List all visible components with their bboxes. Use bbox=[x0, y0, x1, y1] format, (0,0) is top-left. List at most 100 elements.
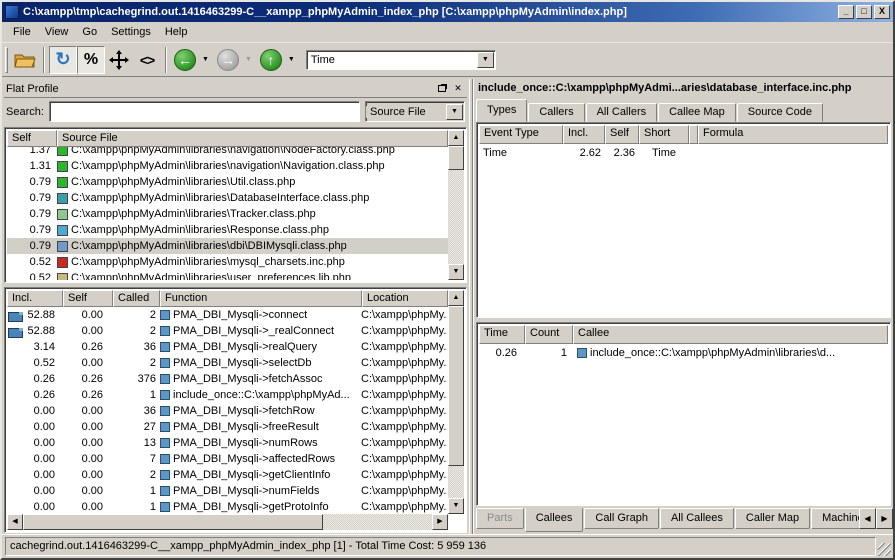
search-input[interactable] bbox=[49, 101, 360, 122]
tab-source-code[interactable]: Source Code bbox=[737, 103, 823, 122]
open-file-button[interactable] bbox=[11, 46, 39, 74]
function-row[interactable]: 0.000.0013PMA_DBI_Mysqli->numRowsC:\xamp… bbox=[7, 435, 448, 451]
column-header-source-file[interactable]: Source File bbox=[57, 130, 448, 147]
function-table-vscrollbar[interactable]: ▲ ▼ bbox=[448, 290, 464, 514]
status-text: cachegrind.out.1416463299-C__xampp_phpMy… bbox=[5, 537, 876, 556]
scroll-up-icon[interactable]: ▲ bbox=[448, 130, 464, 146]
menu-settings[interactable]: Settings bbox=[104, 24, 158, 40]
column-header-short[interactable]: Short bbox=[639, 125, 689, 144]
menu-file[interactable]: File bbox=[6, 24, 38, 40]
column-header-self[interactable]: Self bbox=[605, 125, 639, 144]
tab-all-callees[interactable]: All Callees bbox=[660, 508, 734, 529]
relative-percent-button[interactable]: % bbox=[77, 46, 105, 74]
function-row[interactable]: 0.520.002PMA_DBI_Mysqli->selectDbC:\xamp… bbox=[7, 355, 448, 371]
back-dropdown-caret[interactable]: ▼ bbox=[202, 56, 209, 63]
column-header-incl[interactable]: Incl. bbox=[563, 125, 605, 144]
column-header-self[interactable]: Self bbox=[63, 290, 113, 307]
column-header-event-type[interactable]: Event Type bbox=[479, 125, 563, 144]
column-header-count[interactable]: Count bbox=[525, 325, 573, 344]
file-row[interactable]: 0.52C:\xampp\phpMyAdmin\libraries\mysql_… bbox=[7, 254, 448, 270]
relative-to-parent-button[interactable] bbox=[105, 46, 133, 74]
menu-view[interactable]: View bbox=[38, 24, 76, 40]
function-row[interactable]: 0.000.0027PMA_DBI_Mysqli->freeResultC:\x… bbox=[7, 419, 448, 435]
chevron-down-icon[interactable]: ▼ bbox=[446, 104, 463, 120]
file-type-icon bbox=[57, 147, 68, 156]
event-type-row[interactable]: Time 2.62 2.36 Time bbox=[479, 144, 888, 161]
scroll-up-icon[interactable]: ▲ bbox=[448, 290, 464, 306]
file-self-value: 0.79 bbox=[7, 240, 55, 252]
tab-call-graph[interactable]: Call Graph bbox=[584, 508, 659, 529]
self-value: 0.00 bbox=[63, 421, 113, 433]
function-row[interactable]: 0.000.001PMA_DBI_Mysqli->getProtoInfoC:\… bbox=[7, 499, 448, 514]
app-window: C:\xampp\tmp\cachegrind.out.1416463299-C… bbox=[0, 0, 895, 560]
file-row[interactable]: 1.31C:\xampp\phpMyAdmin\libraries\naviga… bbox=[7, 158, 448, 174]
tab-callee-map[interactable]: Callee Map bbox=[658, 103, 736, 122]
incl-value: 0.00 bbox=[7, 437, 63, 449]
function-row[interactable]: 0.260.261include_once::C:\xampp\phpMyAd.… bbox=[7, 387, 448, 403]
chevron-down-icon[interactable]: ▼ bbox=[477, 52, 494, 68]
column-header-self[interactable]: Self bbox=[7, 130, 57, 147]
tab-parts[interactable]: Parts bbox=[476, 508, 524, 529]
tab-callees[interactable]: Callees bbox=[525, 508, 584, 532]
function-row[interactable]: 52.880.002PMA_DBI_Mysqli->_realConnectC:… bbox=[7, 323, 448, 339]
column-header-location[interactable]: Location bbox=[362, 290, 448, 307]
column-header-spacer[interactable] bbox=[689, 125, 698, 144]
close-panel-button[interactable]: ✕ bbox=[451, 82, 465, 95]
toolbar-separator bbox=[43, 47, 45, 73]
toolbar-handle[interactable] bbox=[5, 47, 8, 73]
scrollbar-thumb[interactable] bbox=[23, 514, 323, 530]
file-row[interactable]: 0.79C:\xampp\phpMyAdmin\libraries\dbi\DB… bbox=[7, 238, 448, 254]
column-header-called[interactable]: Called bbox=[113, 290, 160, 307]
function-table-hscrollbar[interactable]: ◀ ▶ bbox=[7, 514, 448, 530]
function-row[interactable]: 0.260.26376PMA_DBI_Mysqli->fetchAssocC:\… bbox=[7, 371, 448, 387]
float-panel-button[interactable] bbox=[435, 82, 449, 95]
menu-help[interactable]: Help bbox=[158, 24, 195, 40]
file-list-scrollbar[interactable]: ▲ ▼ bbox=[448, 130, 464, 280]
file-row[interactable]: 1.37C:\xampp\phpMyAdmin\libraries\naviga… bbox=[7, 147, 448, 158]
menu-go[interactable]: Go bbox=[75, 24, 104, 40]
tab-types[interactable]: Types bbox=[476, 99, 527, 122]
function-row[interactable]: 0.000.002PMA_DBI_Mysqli->getClientInfoC:… bbox=[7, 467, 448, 483]
close-button[interactable]: X bbox=[874, 5, 890, 19]
tab-scroll-right-icon[interactable]: ▶ bbox=[876, 508, 893, 529]
called-value: 1 bbox=[113, 501, 160, 513]
scrollbar-thumb[interactable] bbox=[448, 146, 464, 170]
column-header-callee[interactable]: Callee bbox=[573, 325, 888, 344]
shorten-templates-button[interactable]: <> bbox=[133, 46, 161, 74]
forward-button[interactable]: → bbox=[214, 46, 242, 74]
function-row[interactable]: 0.000.001PMA_DBI_Mysqli->numFieldsC:\xam… bbox=[7, 483, 448, 499]
scroll-down-icon[interactable]: ▼ bbox=[448, 498, 464, 514]
scroll-down-icon[interactable]: ▼ bbox=[448, 264, 464, 280]
back-button[interactable]: ← bbox=[171, 46, 199, 74]
cycle-percentage-button[interactable]: ↻ bbox=[49, 46, 77, 74]
tab-all-callers[interactable]: All Callers bbox=[586, 103, 658, 122]
event-type-select[interactable]: Time ▼ bbox=[306, 50, 496, 70]
file-row[interactable]: 0.52C:\xampp\phpMyAdmin\libraries\user_p… bbox=[7, 270, 448, 280]
file-type-icon bbox=[57, 273, 68, 281]
scroll-right-icon[interactable]: ▶ bbox=[432, 514, 448, 530]
scroll-left-icon[interactable]: ◀ bbox=[7, 514, 23, 530]
column-header-formula[interactable]: Formula bbox=[698, 125, 888, 144]
group-by-select[interactable]: Source File ▼ bbox=[365, 101, 465, 122]
file-row[interactable]: 0.79C:\xampp\phpMyAdmin\libraries\Tracke… bbox=[7, 206, 448, 222]
column-header-time[interactable]: Time bbox=[479, 325, 525, 344]
maximize-button[interactable]: □ bbox=[856, 5, 872, 19]
up-button[interactable]: ↑ bbox=[257, 46, 285, 74]
scrollbar-thumb[interactable] bbox=[448, 306, 464, 466]
file-row[interactable]: 0.79C:\xampp\phpMyAdmin\libraries\Respon… bbox=[7, 222, 448, 238]
function-row[interactable]: 52.880.002PMA_DBI_Mysqli->connectC:\xamp… bbox=[7, 307, 448, 323]
column-header-incl[interactable]: Incl. bbox=[7, 290, 63, 307]
file-row[interactable]: 0.79C:\xampp\phpMyAdmin\libraries\Databa… bbox=[7, 190, 448, 206]
column-header-function[interactable]: Function bbox=[160, 290, 362, 307]
tab-callers[interactable]: Callers bbox=[528, 103, 584, 122]
function-row[interactable]: 3.140.2636PMA_DBI_Mysqli->realQueryC:\xa… bbox=[7, 339, 448, 355]
callee-row[interactable]: 0.26 1 include_once::C:\xampp\phpMyAdmin… bbox=[479, 344, 888, 361]
tab-caller-map[interactable]: Caller Map bbox=[735, 508, 810, 529]
minimize-button[interactable]: _ bbox=[838, 5, 854, 19]
file-row[interactable]: 0.79C:\xampp\phpMyAdmin\libraries\Util.c… bbox=[7, 174, 448, 190]
function-row[interactable]: 0.000.007PMA_DBI_Mysqli->affectedRowsC:\… bbox=[7, 451, 448, 467]
resize-grip[interactable] bbox=[878, 543, 891, 556]
up-dropdown-caret[interactable]: ▼ bbox=[288, 56, 295, 63]
function-row[interactable]: 0.000.0036PMA_DBI_Mysqli->fetchRowC:\xam… bbox=[7, 403, 448, 419]
tab-scroll-left-icon[interactable]: ◀ bbox=[859, 508, 876, 529]
